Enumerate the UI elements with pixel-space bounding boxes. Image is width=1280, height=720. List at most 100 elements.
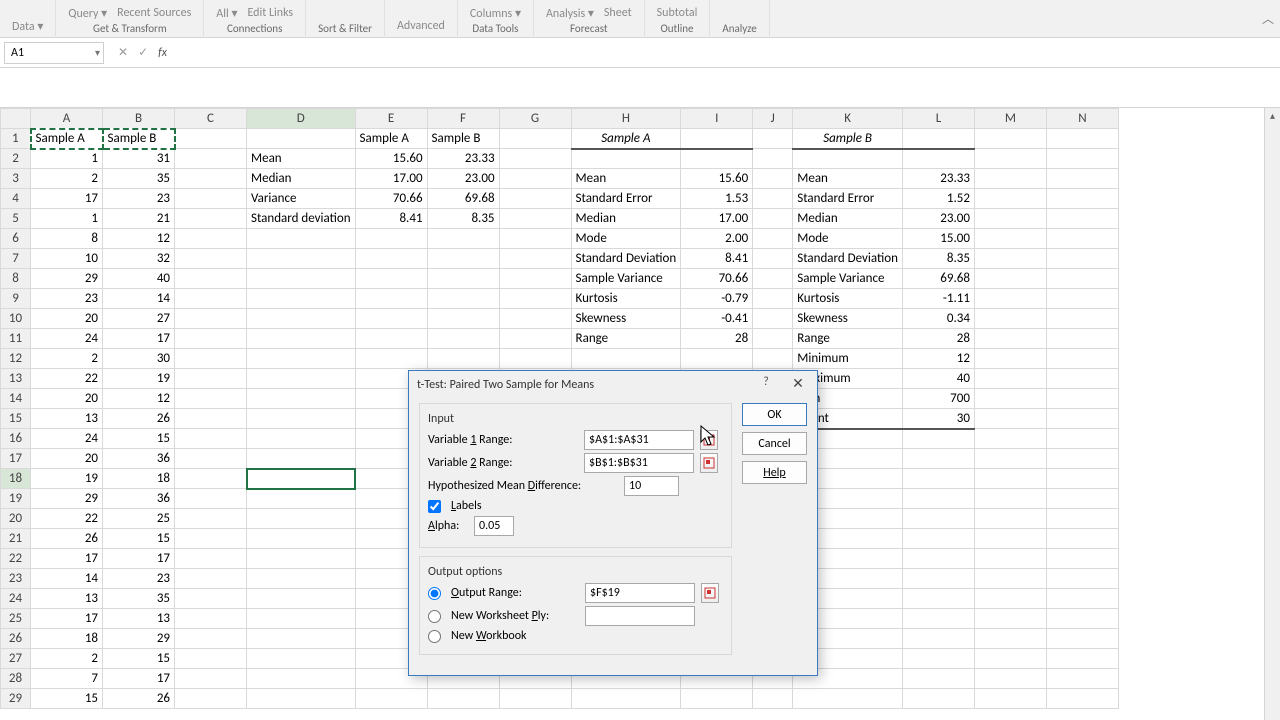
cell[interactable]: 17.00 [681, 209, 753, 229]
cell[interactable] [753, 169, 793, 189]
cell[interactable] [175, 469, 247, 489]
cell[interactable]: 22 [31, 509, 103, 529]
column-header[interactable]: F [427, 109, 499, 129]
cell[interactable] [974, 409, 1046, 429]
var2-range-picker-icon[interactable] [700, 453, 718, 473]
ribbon-collapse-icon[interactable]: ︿ [1262, 10, 1274, 27]
cell[interactable] [974, 189, 1046, 209]
ribbon-item[interactable]: Sheet [604, 6, 632, 20]
cell[interactable] [1046, 229, 1118, 249]
cell[interactable]: 35 [103, 169, 175, 189]
cell[interactable] [247, 429, 356, 449]
cell[interactable]: 18 [103, 469, 175, 489]
cell[interactable] [753, 149, 793, 169]
cell[interactable] [753, 229, 793, 249]
cell[interactable]: Sample Variance [793, 269, 903, 289]
cell[interactable]: -0.79 [681, 289, 753, 309]
cell[interactable] [175, 289, 247, 309]
column-header[interactable]: K [793, 109, 903, 129]
cancel-button[interactable]: Cancel [742, 432, 807, 455]
cell[interactable]: 23 [103, 189, 175, 209]
column-header[interactable]: L [902, 109, 974, 129]
new-worksheet-input[interactable] [585, 606, 695, 626]
cell[interactable] [175, 429, 247, 449]
cell[interactable] [247, 509, 356, 529]
cell[interactable]: 13 [31, 589, 103, 609]
cell[interactable]: Sample B [103, 129, 175, 149]
cell[interactable]: 25 [103, 509, 175, 529]
cell[interactable] [753, 189, 793, 209]
cell[interactable] [1046, 429, 1118, 449]
cell[interactable] [753, 209, 793, 229]
cell[interactable] [902, 629, 974, 649]
cell[interactable] [355, 309, 427, 329]
cell[interactable] [1046, 149, 1118, 169]
cell[interactable]: 8.35 [427, 209, 499, 229]
cell[interactable]: Standard deviation [247, 209, 356, 229]
cell[interactable]: 2.00 [681, 229, 753, 249]
cell[interactable]: 15 [31, 689, 103, 709]
cell[interactable]: 2 [31, 349, 103, 369]
vertical-scrollbar[interactable]: ▴ [1264, 108, 1280, 720]
cell[interactable] [247, 649, 356, 669]
row-header[interactable]: 17 [1, 449, 31, 469]
cell[interactable]: 18 [31, 629, 103, 649]
cell[interactable] [974, 489, 1046, 509]
cell[interactable]: 36 [103, 449, 175, 469]
cell[interactable] [355, 349, 427, 369]
cell[interactable]: 12 [103, 389, 175, 409]
cell[interactable] [974, 569, 1046, 589]
cell[interactable] [902, 649, 974, 669]
row-header[interactable]: 10 [1, 309, 31, 329]
cell[interactable] [793, 149, 903, 169]
cell[interactable]: Median [571, 209, 681, 229]
cell[interactable] [974, 549, 1046, 569]
column-header[interactable]: I [681, 109, 753, 129]
cell[interactable] [571, 149, 681, 169]
cell[interactable] [974, 349, 1046, 369]
ribbon-item[interactable]: Analysis ▾ [546, 6, 594, 21]
cell[interactable]: 24 [31, 429, 103, 449]
cell[interactable]: 14 [31, 569, 103, 589]
var1-range-input[interactable] [584, 430, 694, 450]
cell[interactable] [1046, 489, 1118, 509]
cell[interactable] [974, 169, 1046, 189]
cell[interactable] [902, 469, 974, 489]
cell[interactable] [681, 129, 753, 149]
cell[interactable] [175, 249, 247, 269]
cell[interactable] [499, 189, 571, 209]
cell[interactable]: 70.66 [355, 189, 427, 209]
name-box-dropdown-icon[interactable]: ▾ [95, 46, 100, 59]
cell[interactable]: 15 [103, 649, 175, 669]
cell[interactable] [427, 689, 499, 709]
cell[interactable] [427, 309, 499, 329]
cell[interactable]: 30 [902, 409, 974, 429]
cell[interactable] [1046, 669, 1118, 689]
cell[interactable] [247, 269, 356, 289]
row-header[interactable]: 8 [1, 269, 31, 289]
cell[interactable] [175, 609, 247, 629]
cell[interactable]: Standard Error [571, 189, 681, 209]
cell[interactable] [1046, 189, 1118, 209]
cell[interactable] [974, 689, 1046, 709]
cell[interactable]: 28 [902, 329, 974, 349]
cell[interactable] [753, 329, 793, 349]
cell[interactable]: Variance [247, 189, 356, 209]
cell[interactable] [902, 129, 974, 149]
cell[interactable] [427, 229, 499, 249]
cell[interactable] [247, 669, 356, 689]
cell[interactable]: 15 [103, 529, 175, 549]
cell[interactable]: 32 [103, 249, 175, 269]
ribbon-item[interactable]: Recent Sources [117, 6, 191, 20]
cell[interactable] [681, 349, 753, 369]
column-header[interactable]: A [31, 109, 103, 129]
cell[interactable] [974, 309, 1046, 329]
cell[interactable]: Median [793, 209, 903, 229]
cell[interactable]: 29 [31, 489, 103, 509]
cell[interactable]: Sample B [793, 129, 903, 149]
cell[interactable] [571, 349, 681, 369]
cell[interactable]: 21 [103, 209, 175, 229]
cell[interactable] [355, 329, 427, 349]
cell[interactable]: 8.35 [902, 249, 974, 269]
cell[interactable]: 17 [31, 189, 103, 209]
